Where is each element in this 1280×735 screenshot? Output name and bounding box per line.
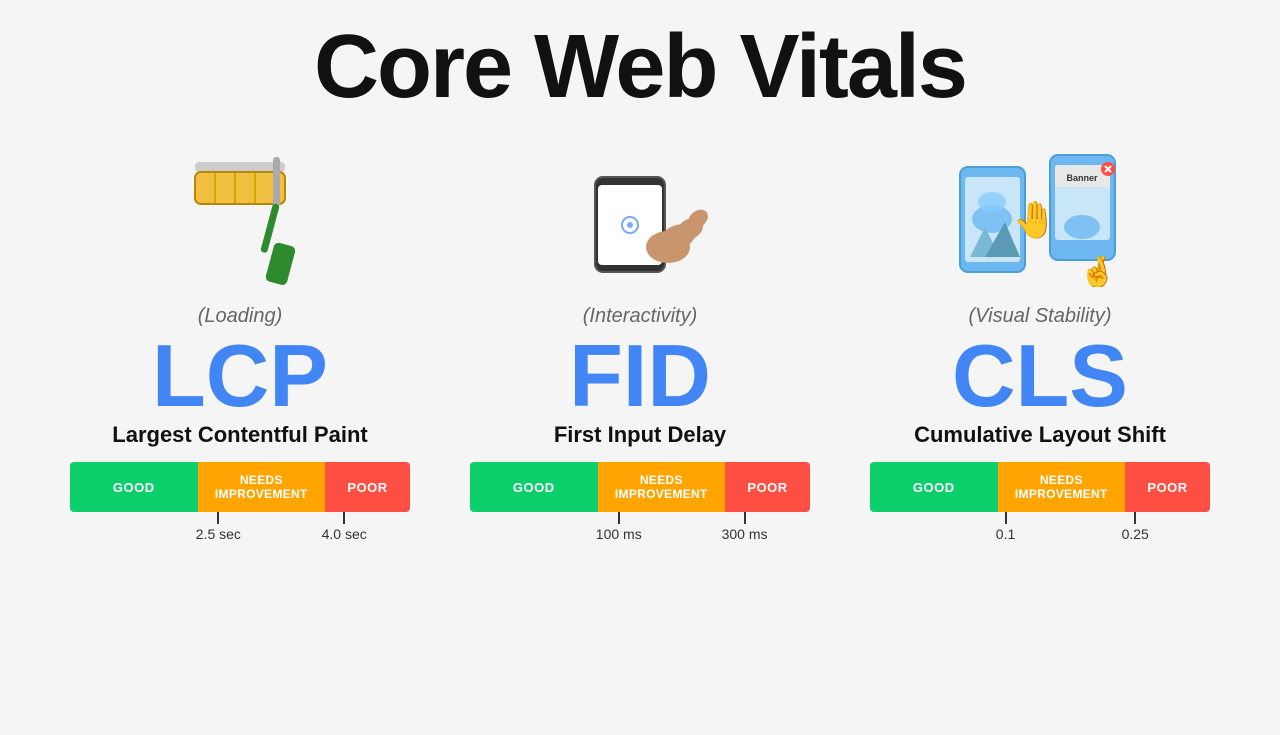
- svg-text:Banner: Banner: [1066, 173, 1098, 183]
- fid-marker-1: 100 ms: [596, 512, 642, 542]
- fid-marker-line-2: [744, 512, 746, 524]
- svg-text:🤞: 🤞: [1079, 254, 1116, 287]
- lcp-card: (Loading) LCP Largest Contentful Paint G…: [60, 127, 420, 735]
- lcp-marker-label-1: 2.5 sec: [196, 526, 241, 542]
- lcp-bar-container: GOOD NEEDSIMPROVEMENT POOR 2.5 sec 4.0 s…: [70, 462, 410, 542]
- fid-acronym: FID: [569, 332, 711, 420]
- lcp-icon: [175, 137, 305, 297]
- lcp-marker-line-2: [343, 512, 345, 524]
- cls-bar-container: GOOD NEEDSIMPROVEMENT POOR 0.1 0.25: [870, 462, 1210, 542]
- fid-name: First Input Delay: [554, 422, 726, 448]
- fid-marker-line-1: [618, 512, 620, 524]
- cls-icon: Banner 🤚 🤞: [950, 137, 1130, 297]
- cls-bar-good: GOOD: [870, 462, 998, 512]
- cls-marker-2: 0.25: [1122, 512, 1149, 542]
- fid-bar-container: GOOD NEEDSIMPROVEMENT POOR 100 ms 300 ms: [470, 462, 810, 542]
- page-title: Core Web Vitals: [314, 18, 966, 117]
- fid-card: (Interactivity) FID First Input Delay GO…: [460, 127, 820, 735]
- cls-name: Cumulative Layout Shift: [914, 422, 1166, 448]
- fid-marker-label-1: 100 ms: [596, 526, 642, 542]
- lcp-category: (Loading): [198, 305, 283, 328]
- cls-marker-label-2: 0.25: [1122, 526, 1149, 542]
- fid-marker-label-2: 300 ms: [722, 526, 768, 542]
- lcp-bar-good: GOOD: [70, 462, 198, 512]
- cls-card: Banner 🤚 🤞 (Visual Stability) CLS Cumula…: [860, 127, 1220, 735]
- fid-category: (Interactivity): [583, 305, 697, 328]
- fid-markers: 100 ms 300 ms: [470, 512, 810, 542]
- fid-bar-poor: POOR: [725, 462, 810, 512]
- lcp-bar-needs: NEEDSIMPROVEMENT: [198, 462, 326, 512]
- lcp-name: Largest Contentful Paint: [112, 422, 367, 448]
- cls-bar-poor: POOR: [1125, 462, 1210, 512]
- fid-bar-needs: NEEDSIMPROVEMENT: [598, 462, 726, 512]
- vitals-container: (Loading) LCP Largest Contentful Paint G…: [0, 127, 1280, 735]
- cls-marker-line-1: [1005, 512, 1007, 524]
- lcp-acronym: LCP: [152, 332, 328, 420]
- cls-marker-1: 0.1: [996, 512, 1015, 542]
- lcp-bar-poor: POOR: [325, 462, 410, 512]
- svg-text:🤚: 🤚: [1013, 199, 1058, 240]
- fid-icon: [560, 137, 720, 297]
- cls-category: (Visual Stability): [968, 305, 1111, 328]
- cls-marker-label-1: 0.1: [996, 526, 1015, 542]
- lcp-markers: 2.5 sec 4.0 sec: [70, 512, 410, 542]
- lcp-metric-bar: GOOD NEEDSIMPROVEMENT POOR: [70, 462, 410, 512]
- fid-bar-good: GOOD: [470, 462, 598, 512]
- cls-marker-line-2: [1134, 512, 1136, 524]
- lcp-marker-1: 2.5 sec: [196, 512, 241, 542]
- cls-bar-needs: NEEDSIMPROVEMENT: [998, 462, 1126, 512]
- fid-metric-bar: GOOD NEEDSIMPROVEMENT POOR: [470, 462, 810, 512]
- fid-marker-2: 300 ms: [722, 512, 768, 542]
- cls-markers: 0.1 0.25: [870, 512, 1210, 542]
- lcp-marker-line-1: [217, 512, 219, 524]
- lcp-marker-label-2: 4.0 sec: [322, 526, 367, 542]
- lcp-marker-2: 4.0 sec: [322, 512, 367, 542]
- cls-acronym: CLS: [952, 332, 1128, 420]
- cls-metric-bar: GOOD NEEDSIMPROVEMENT POOR: [870, 462, 1210, 512]
